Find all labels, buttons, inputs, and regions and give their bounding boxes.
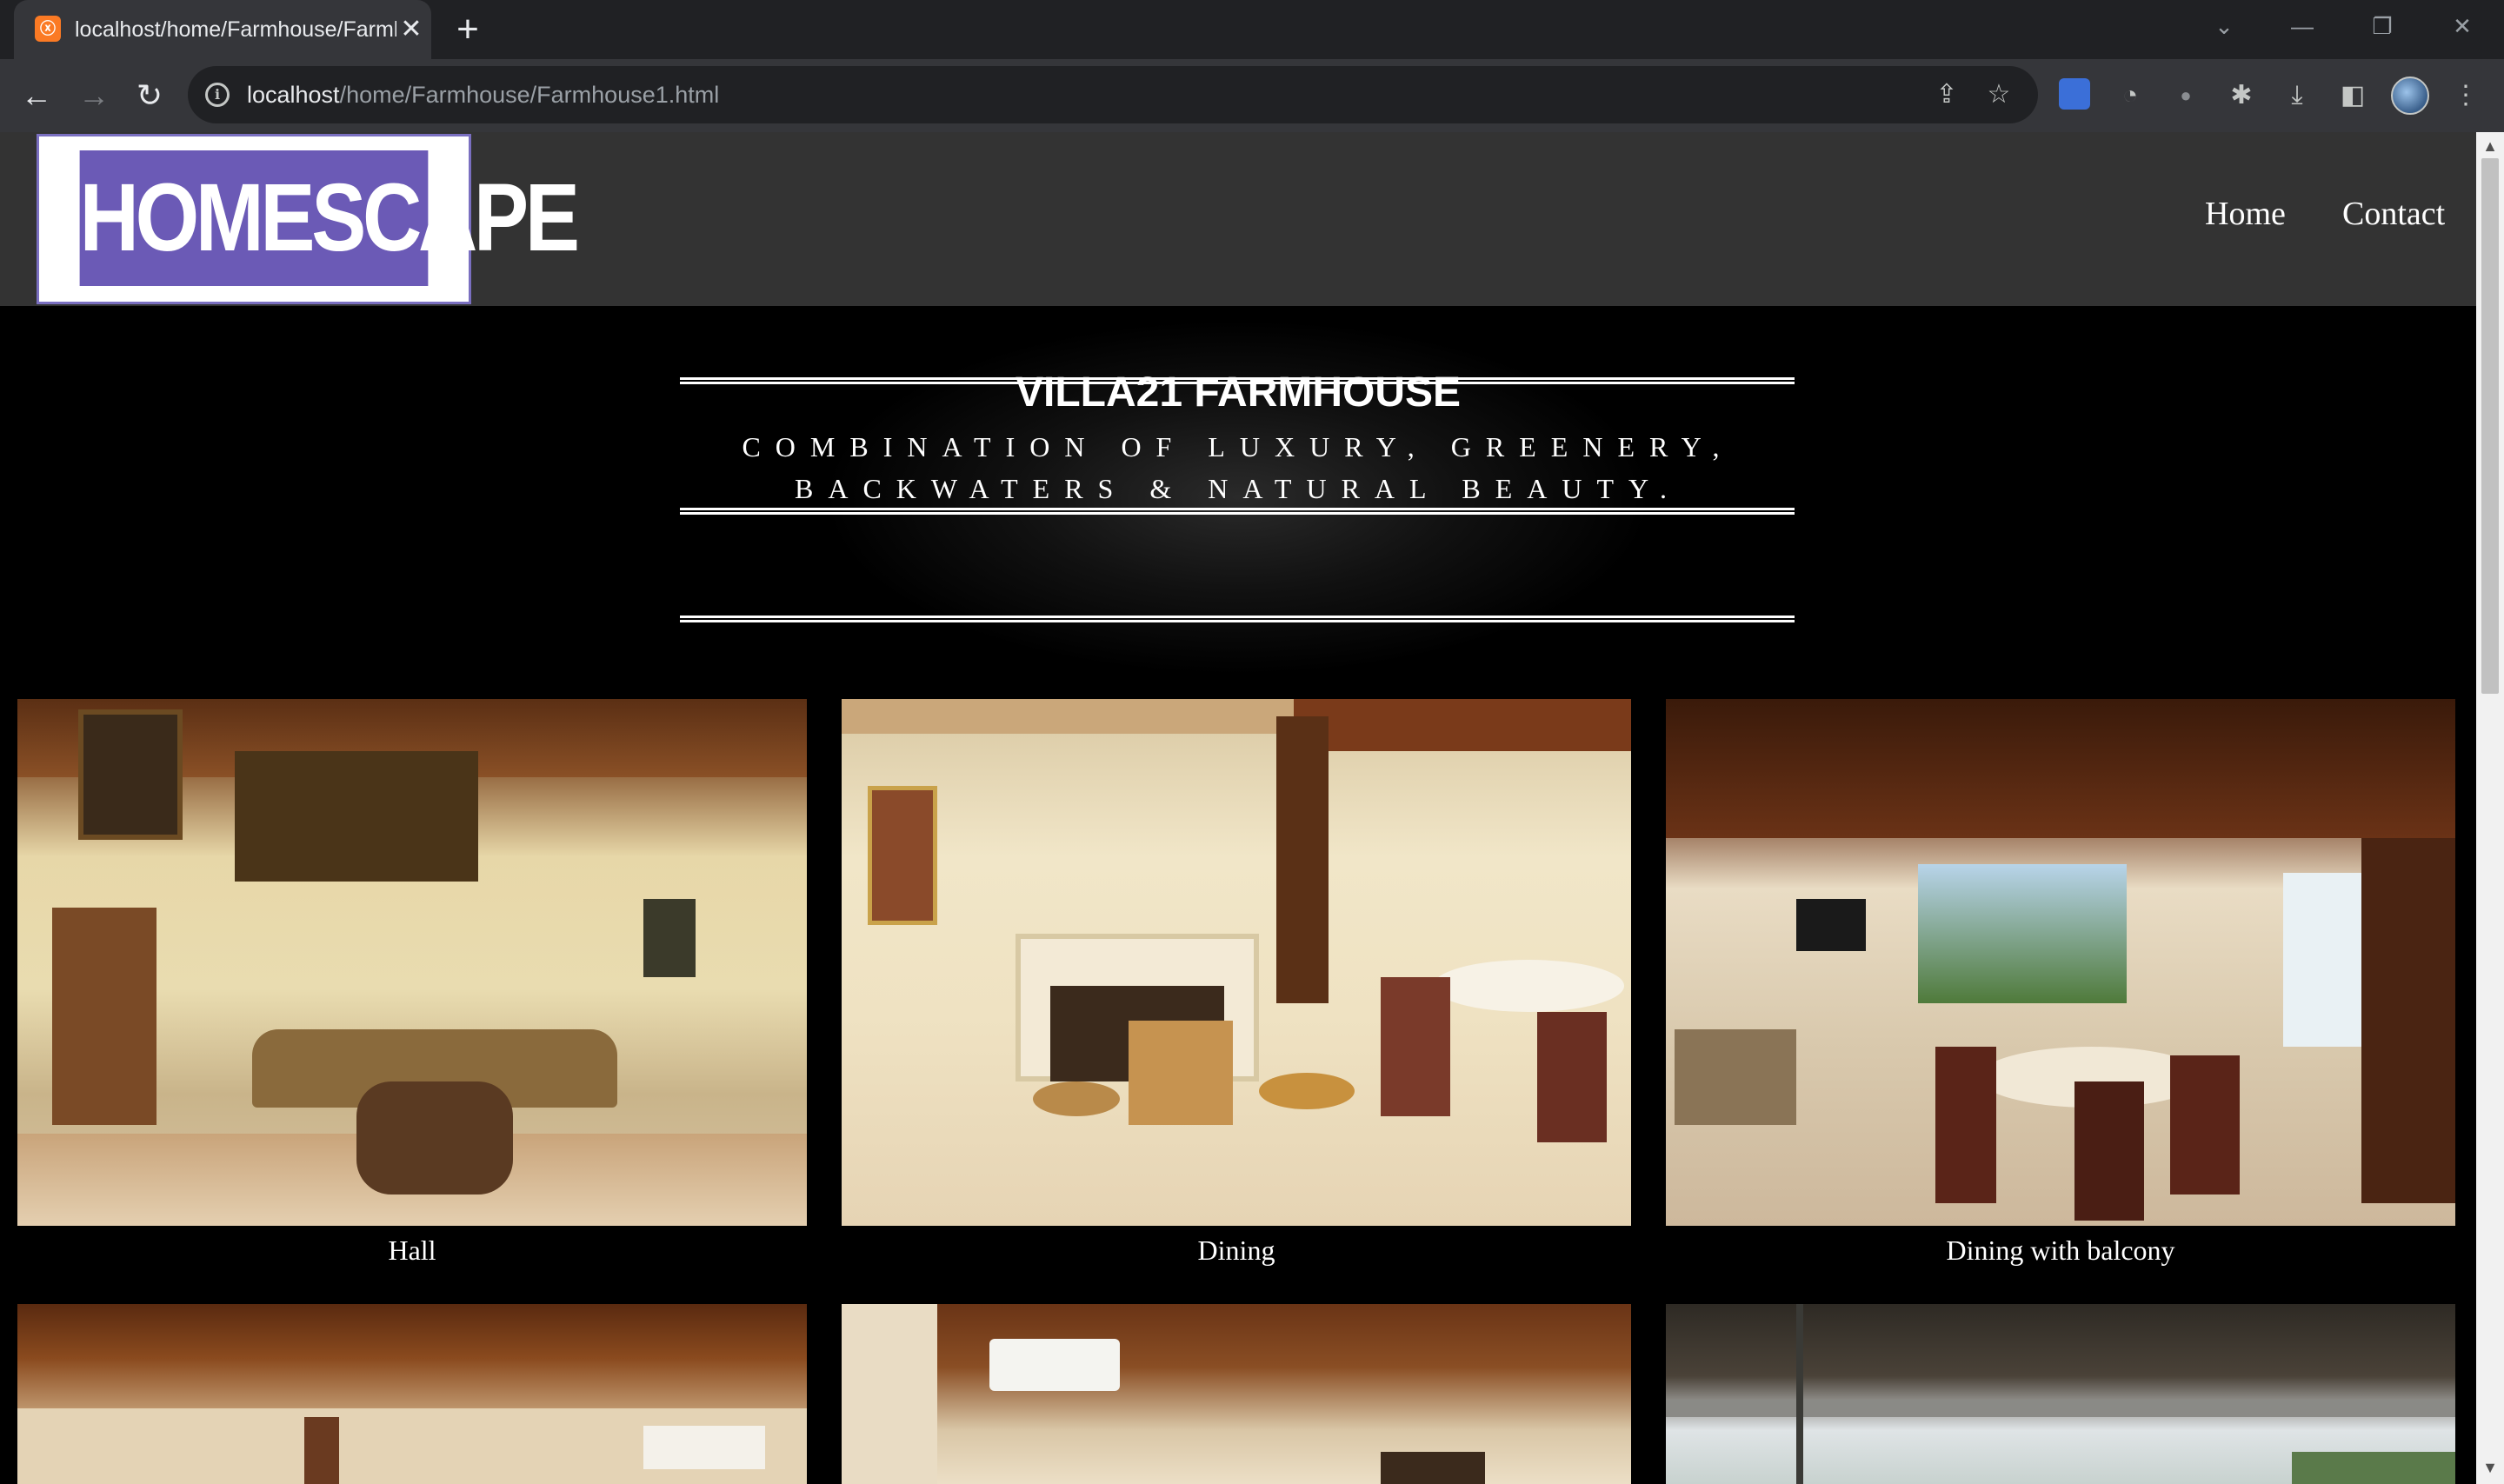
- tab-search-chevron-icon[interactable]: ⌄: [2200, 7, 2248, 45]
- url-host: localhost: [247, 82, 340, 108]
- xampp-favicon-icon: ⓧ: [35, 16, 61, 42]
- hero-top-double-rule-line: [680, 377, 1795, 384]
- hero-top-double-rule: [680, 508, 1795, 515]
- restore-icon[interactable]: ❐: [2358, 7, 2407, 45]
- grey-extension-icon[interactable]: ●: [2167, 77, 2205, 115]
- close-window-icon[interactable]: ✕: [2438, 7, 2487, 45]
- logo-text: HOMESCAPE: [79, 150, 580, 286]
- dining-balcony-photo[interactable]: [1666, 699, 2455, 1226]
- site-info-icon[interactable]: i: [205, 83, 230, 107]
- verandah-photo[interactable]: [1666, 1304, 2455, 1484]
- hero-title: VILLA21 FARMHOUSE: [1015, 369, 1462, 416]
- new-tab-icon[interactable]: +: [450, 10, 485, 49]
- scroll-down-arrow-icon[interactable]: ▼: [2476, 1455, 2504, 1480]
- tab-close-icon[interactable]: ✕: [396, 15, 426, 44]
- page-scrollbar[interactable]: ▲ ▼: [2476, 132, 2504, 1484]
- gallery-caption: Hall: [388, 1234, 436, 1266]
- dining-photo[interactable]: [842, 699, 1631, 1226]
- scroll-up-arrow-icon[interactable]: ▲: [2476, 134, 2504, 158]
- gallery-caption: Dining: [1197, 1234, 1275, 1266]
- homescape-logo[interactable]: HOMESCAPE: [37, 134, 580, 304]
- gallery-caption: Dining with balcony: [1946, 1234, 2175, 1266]
- reload-icon[interactable]: ↻: [130, 77, 169, 115]
- site-header: HOMESCAPE Home Contact: [0, 132, 2476, 306]
- bookmark-star-icon[interactable]: ☆: [1982, 78, 2015, 111]
- share-icon[interactable]: ⇪: [1930, 78, 1963, 111]
- side-panel-icon[interactable]: ◧: [2334, 77, 2372, 115]
- page-viewport: HOMESCAPE Home Contact VILLA21 FARMHOUSE…: [0, 132, 2504, 1484]
- speed-extension-icon[interactable]: ◔: [2111, 77, 2149, 115]
- browser-toolbar: ← → ↻ i localhost/home/Farmhouse/Farmhou…: [0, 59, 2504, 132]
- tab-title: localhost/home/Farmhouse/Farmhouse1.html: [75, 17, 396, 42]
- profile-avatar[interactable]: [2391, 77, 2429, 115]
- minimize-icon[interactable]: —: [2278, 7, 2327, 45]
- hall-photo[interactable]: [17, 699, 807, 1226]
- scroll-thumb[interactable]: [2481, 158, 2499, 694]
- browser-tab-active[interactable]: ⓧ localhost/home/Farmhouse/Farmhouse1.ht…: [14, 0, 431, 59]
- url-text[interactable]: localhost/home/Farmhouse/Farmhouse1.html: [247, 80, 719, 110]
- extensions-puzzle-icon[interactable]: ✱: [2222, 77, 2261, 115]
- forward-arrow-icon[interactable]: →: [75, 77, 113, 115]
- hero-subtitle-line2: BACKWATERS & NATURAL BEAUTY.: [794, 473, 1682, 504]
- browser-menu-icon[interactable]: ⋮: [2447, 77, 2485, 115]
- download-icon[interactable]: ⤓: [2278, 77, 2316, 115]
- hero-bottom-double-rule: [680, 616, 1795, 622]
- nav-home-link[interactable]: Home: [2205, 191, 2286, 236]
- extension-window-icon[interactable]: [2059, 78, 2090, 110]
- hero-subtitle-line1: COMBINATION OF LUXURY, GREENERY,: [742, 431, 1735, 463]
- nav-contact-link[interactable]: Contact: [2342, 191, 2445, 236]
- url-path: /home/Farmhouse/Farmhouse1.html: [339, 82, 720, 108]
- address-bar[interactable]: i localhost/home/Farmhouse/Farmhouse1.ht…: [188, 66, 2038, 123]
- room-with-ac-photo[interactable]: [842, 1304, 1631, 1484]
- living-room-photo[interactable]: [17, 1304, 807, 1484]
- browser-tabstrip: ⓧ localhost/home/Farmhouse/Farmhouse1.ht…: [0, 0, 2504, 59]
- back-arrow-icon[interactable]: ←: [17, 77, 56, 115]
